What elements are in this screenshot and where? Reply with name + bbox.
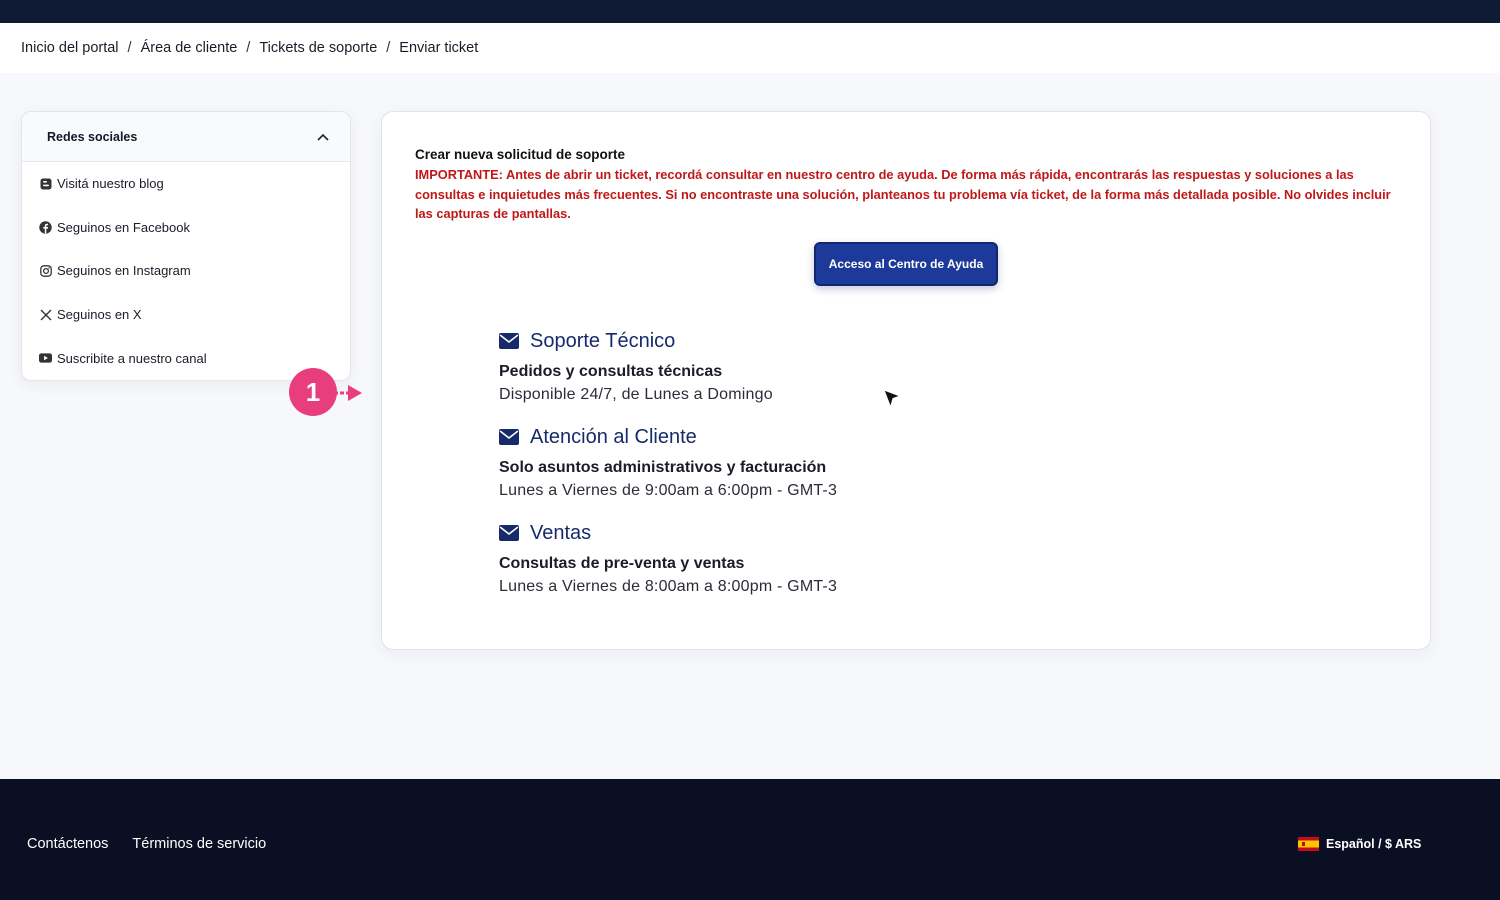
department-name[interactable]: Ventas [530, 522, 591, 545]
breadcrumb-separator: / [127, 40, 132, 56]
sidebar-item-label: Seguinos en Instagram [57, 263, 191, 279]
language-currency-selector[interactable]: Español / $ ARS [1298, 837, 1421, 851]
step-callout-badge: 1 [289, 368, 337, 416]
department-subtitle: Consultas de pre-venta y ventas [499, 555, 745, 572]
breadcrumb: Inicio del portal / Área de cliente / Ti… [0, 23, 1500, 73]
footer-links: Contáctenos Términos de servicio [27, 836, 266, 852]
department-sales[interactable]: Ventas Consultas de pre-venta y ventas L… [499, 520, 1099, 596]
card-title: Crear nueva solicitud de soporte [415, 147, 626, 162]
envelope-icon [499, 429, 519, 445]
breadcrumb-support-tickets[interactable]: Tickets de soporte [259, 40, 377, 56]
social-sidebar-panel: Redes sociales Visitá nuestro blog Segui… [21, 111, 351, 381]
department-technical-support[interactable]: Soporte Técnico Pedidos y consultas técn… [499, 328, 1099, 404]
youtube-icon [39, 352, 52, 365]
sidebar-item-x[interactable]: Seguinos en X [22, 293, 350, 337]
facebook-icon [39, 221, 52, 234]
sidebar-item-blog[interactable]: Visitá nuestro blog [22, 162, 350, 206]
footer-link-terms[interactable]: Términos de servicio [132, 836, 266, 852]
department-hours: Disponible 24/7, de Lunes a Domingo [499, 386, 773, 403]
department-subtitle: Solo asuntos administrativos y facturaci… [499, 459, 827, 476]
breadcrumb-current: Enviar ticket [399, 40, 479, 56]
blog-icon [39, 177, 52, 190]
spain-flag-icon [1298, 837, 1319, 851]
top-bar [0, 0, 1500, 23]
department-customer-service[interactable]: Atención al Cliente Solo asuntos adminis… [499, 424, 1099, 500]
envelope-icon [499, 525, 519, 541]
sidebar-list: Visitá nuestro blog Seguinos en Facebook… [22, 162, 350, 380]
help-center-button[interactable]: Acceso al Centro de Ayuda [814, 242, 998, 286]
sidebar-item-label: Visitá nuestro blog [57, 176, 164, 192]
footer-link-contact[interactable]: Contáctenos [27, 836, 108, 852]
mouse-cursor-icon [883, 389, 902, 409]
department-subtitle: Pedidos y consultas técnicas [499, 363, 723, 380]
instagram-icon [39, 264, 52, 277]
site-footer: Contáctenos Términos de servicio Español… [0, 779, 1500, 900]
support-request-card: Crear nueva solicitud de soporte IMPORTA… [381, 111, 1431, 650]
department-hours: Lunes a Viernes de 9:00am a 6:00pm - GMT… [499, 482, 838, 499]
breadcrumb-separator: / [386, 40, 391, 56]
department-name[interactable]: Atención al Cliente [530, 426, 697, 449]
sidebar-item-label: Suscribite a nuestro canal [57, 350, 207, 366]
x-icon [39, 308, 52, 321]
department-hours: Lunes a Viernes de 8:00am a 8:00pm - GMT… [499, 578, 838, 595]
breadcrumb-portal-home[interactable]: Inicio del portal [21, 40, 119, 56]
sidebar-item-facebook[interactable]: Seguinos en Facebook [22, 206, 350, 250]
important-notice: IMPORTANTE: Antes de abrir un ticket, re… [415, 167, 1391, 221]
sidebar-item-instagram[interactable]: Seguinos en Instagram [22, 249, 350, 293]
sidebar-header[interactable]: Redes sociales [22, 112, 350, 162]
sidebar-item-label: Seguinos en X [57, 307, 142, 323]
envelope-icon [499, 333, 519, 349]
chevron-up-icon[interactable] [316, 130, 330, 144]
callout-arrow-icon [334, 385, 362, 401]
language-label: Español / $ ARS [1326, 837, 1422, 851]
department-name[interactable]: Soporte Técnico [530, 330, 675, 353]
breadcrumb-client-area[interactable]: Área de cliente [141, 40, 238, 56]
sidebar-title: Redes sociales [47, 129, 138, 144]
breadcrumb-separator: / [246, 40, 251, 56]
sidebar-item-label: Seguinos en Facebook [57, 219, 190, 235]
